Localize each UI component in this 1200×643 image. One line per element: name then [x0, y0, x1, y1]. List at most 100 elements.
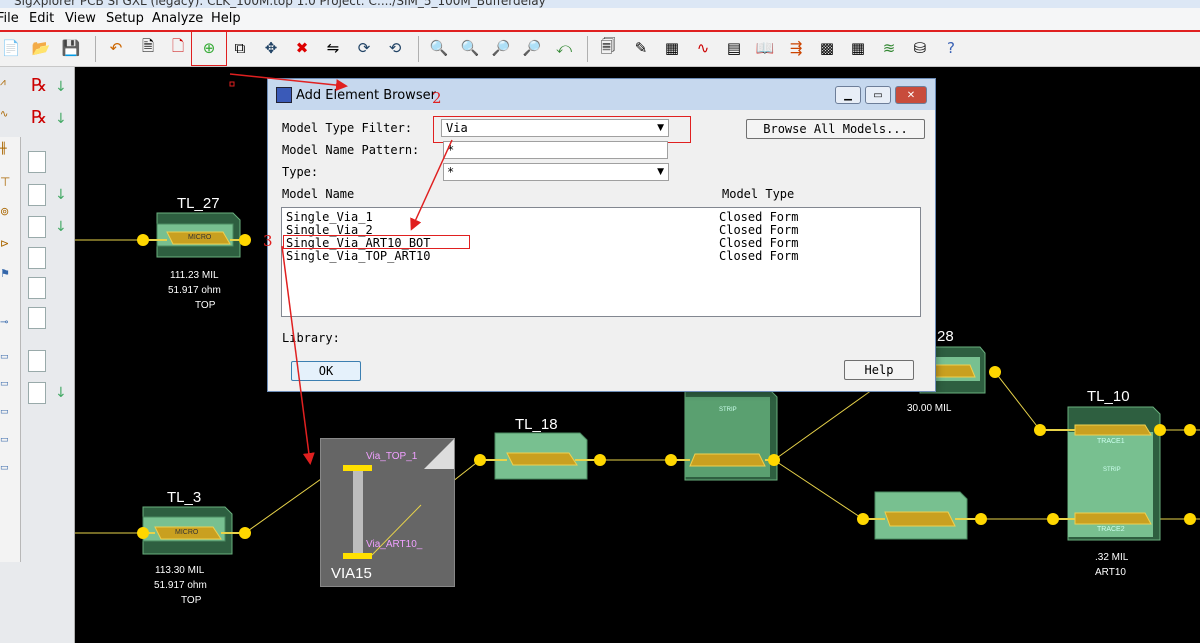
list-item[interactable]: Single_Via_1 Closed Form [286, 210, 916, 224]
main-toolbar: 📄 📂 💾 ↶ 🗎 🗋 ⊕ ⧉ ✥ ✖ ⇋ ⟳ ⟲ 🔍 🔍 🔎 🔎 ⤺ 🗐 ✎ … [0, 32, 1200, 67]
save-icon[interactable]: 💾 [60, 37, 82, 59]
menu-bar: File Edit View Setup Analyze Help [0, 8, 1200, 32]
inductor-icon[interactable]: ∿ [0, 109, 8, 120]
model-name-pattern-label: Model Name Pattern: [282, 143, 420, 157]
undo-icon[interactable]: ↶ [105, 37, 127, 59]
library-label: Library: [282, 331, 340, 345]
add-element-highlight-box [191, 31, 227, 66]
list-item[interactable]: Single_Via_TOP_ART10 Closed Form [286, 249, 916, 263]
trace2-icon[interactable] [28, 277, 46, 299]
via15-element[interactable]: Via_TOP_1 Via_ART10_ VIA15 [320, 438, 455, 587]
trace-icon[interactable] [28, 247, 46, 269]
maximize-icon[interactable]: ▭ [865, 86, 891, 104]
zoom-in-icon[interactable]: 🔎 [490, 37, 512, 59]
tl28-name: 28 [937, 328, 954, 345]
connector-icon[interactable] [28, 382, 46, 404]
help-icon[interactable]: ? [940, 37, 962, 59]
zoom-prev-icon[interactable]: ⤺ [553, 37, 575, 59]
toolbar-separator [95, 36, 96, 62]
zoom-out-icon[interactable]: 🔎 [521, 37, 543, 59]
zoom-fit-icon[interactable]: 🔍 [428, 37, 450, 59]
toolbar-separator [587, 36, 588, 62]
ok-button[interactable]: OK [291, 361, 361, 381]
waveform-icon[interactable]: ∿ [692, 37, 714, 59]
type-select[interactable]: * ▼ [443, 163, 669, 181]
mirror-icon[interactable]: ⇋ [322, 37, 344, 59]
tl28-length: 30.00 MIL [907, 403, 952, 414]
menu-analyze[interactable]: Analyze [152, 11, 203, 26]
tl18-pin-right [594, 454, 606, 466]
menu-view[interactable]: View [65, 11, 96, 26]
model-type-cell: Closed Form [719, 223, 799, 237]
calc-icon[interactable]: ▦ [847, 37, 869, 59]
sweep-icon[interactable]: ▦ [661, 37, 683, 59]
line-icon[interactable]: ⊸ [0, 317, 8, 328]
stack-icon[interactable]: ⛁ [909, 37, 931, 59]
spreadsheet-icon[interactable]: ≋ [878, 37, 900, 59]
report-icon[interactable]: ▩ [816, 37, 838, 59]
diode-icon[interactable]: ⊳ [0, 237, 9, 250]
open-icon[interactable]: 📂 [30, 37, 52, 59]
model-list[interactable]: Single_Via_1 Closed Form Single_Via_2 Cl… [281, 207, 921, 317]
trace-small-icon[interactable]: ▭ [0, 352, 9, 362]
model-type-cell: Closed Form [719, 249, 799, 263]
move-icon[interactable]: ✥ [260, 37, 282, 59]
tl28-pin-right [989, 366, 1001, 378]
properties-icon[interactable]: 🗐 [597, 37, 619, 59]
arrow-down-icon[interactable]: ↓ [55, 187, 67, 203]
menu-help[interactable]: Help [211, 11, 241, 26]
trace-small-icon[interactable]: ▭ [0, 407, 9, 417]
ground-icon[interactable]: ⊤ [0, 175, 10, 189]
zoom-window-icon[interactable]: 🔍 [459, 37, 481, 59]
minimize-icon[interactable]: ▁ [835, 86, 861, 104]
via-palette-icon[interactable] [28, 350, 46, 372]
page-icon[interactable]: 🗎 [137, 37, 159, 59]
col-model-name: Model Name [282, 187, 355, 201]
dialog-title-bar[interactable]: Add Element Browser ▁ ▭ ✕ [268, 79, 935, 110]
coupled-line-icon[interactable] [28, 184, 46, 206]
delete-page-icon[interactable]: 🗋 [167, 37, 189, 59]
tline-icon[interactable] [28, 151, 46, 173]
trace-small-icon[interactable]: ▭ [0, 463, 9, 473]
resistor-icon[interactable]: ⩘ [0, 77, 6, 88]
model-name-pattern-input[interactable]: * [443, 141, 668, 159]
book-icon[interactable]: 📖 [754, 37, 776, 59]
probe-icon[interactable]: ⚑ [0, 267, 10, 280]
arrow-down-icon[interactable]: ↓ [55, 79, 67, 95]
menu-setup[interactable]: Setup [106, 11, 144, 26]
help-button[interactable]: Help [844, 360, 914, 380]
tl27-length: 111.23 MIL [170, 270, 219, 281]
delete-icon[interactable]: ✖ [291, 37, 313, 59]
trace-small-icon[interactable]: ▭ [0, 435, 9, 445]
menu-edit[interactable]: Edit [29, 11, 54, 26]
strip-pin-left [665, 454, 677, 466]
menu-file[interactable]: File [0, 11, 19, 26]
close-icon[interactable]: ✕ [895, 86, 927, 104]
browse-all-models-button[interactable]: Browse All Models... [746, 119, 925, 139]
arrow-down-icon[interactable]: ↓ [55, 385, 67, 401]
coupled-line2-icon[interactable] [28, 216, 46, 238]
annotation-number-3: 3 [263, 232, 273, 250]
tl27-inner-label: MICRO [188, 234, 212, 241]
arrow-down-icon[interactable]: ↓ [55, 219, 67, 235]
source-icon[interactable]: ⊚ [0, 205, 9, 218]
driver-icon[interactable]: ℞ [31, 75, 47, 96]
new-icon[interactable]: 📄 [0, 37, 22, 59]
wire [994, 371, 1041, 431]
tl10-pin-left-top [1034, 424, 1046, 436]
edit-icon[interactable]: ✎ [630, 37, 652, 59]
export-icon[interactable]: ⇶ [785, 37, 807, 59]
trace3-icon[interactable] [28, 307, 46, 329]
rotate-icon[interactable]: ⟳ [353, 37, 375, 59]
stimulus-icon[interactable]: ▤ [723, 37, 745, 59]
trace-small-icon[interactable]: ▭ [0, 379, 9, 389]
copy-icon[interactable]: ⧉ [229, 37, 251, 59]
receiver-icon[interactable]: ℞ [31, 107, 47, 128]
element-palette: ⩘ ∿ ╫ ⊤ ⊚ ⊳ ⚑ ⊸ ℞ ↓ ℞ ↓ ↓ ↓ ↓ ▭ ▭ ▭ ▭ ▭ [0, 67, 75, 643]
browse-all-models-label: Browse All Models... [763, 122, 908, 136]
via15-top-pin-label: Via_TOP_1 [366, 451, 418, 462]
tl3-impedance: 51.917 ohm [154, 580, 207, 591]
capacitor-icon[interactable]: ╫ [0, 142, 7, 155]
arrow-down-icon[interactable]: ↓ [55, 111, 67, 127]
rotate2-icon[interactable]: ⟲ [384, 37, 406, 59]
